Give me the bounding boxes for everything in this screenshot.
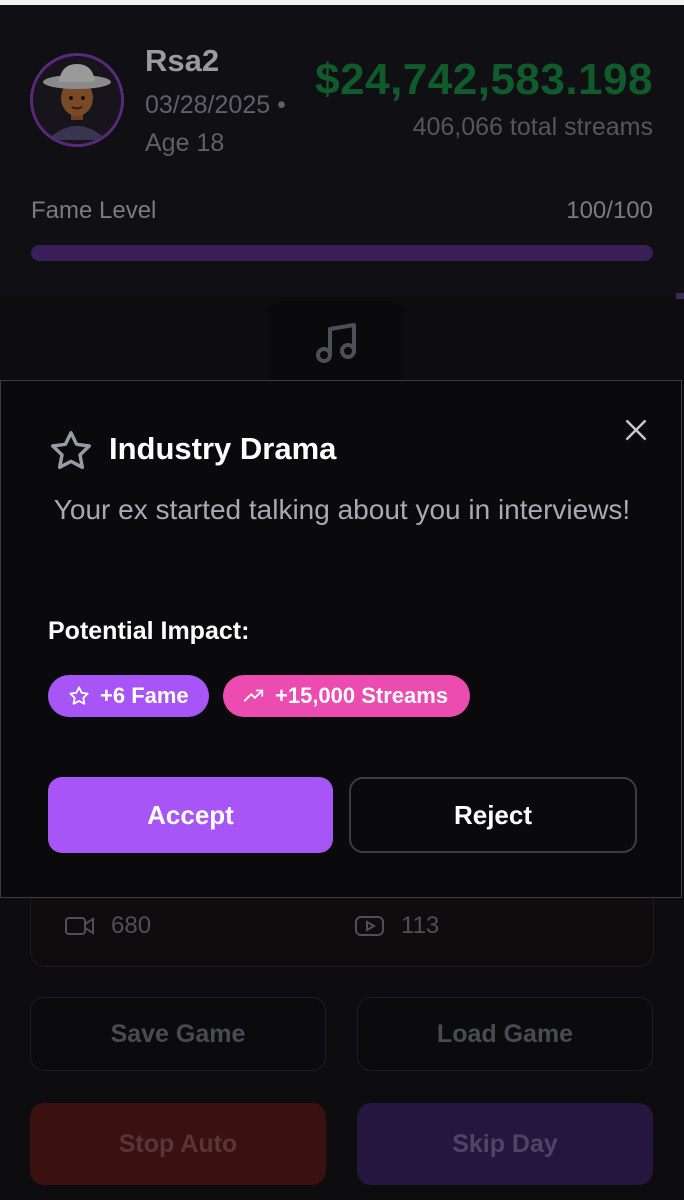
username: Rsa2	[145, 43, 220, 78]
fame-impact-text: +6 Fame	[100, 683, 189, 708]
streams-impact-text: +15,000 Streams	[275, 683, 449, 708]
player-age: Age 18	[145, 129, 225, 157]
total-streams: 406,066 total streams	[412, 113, 653, 141]
youtube-stat: 113	[355, 912, 439, 940]
impact-label: Potential Impact:	[48, 617, 250, 645]
video-camera-icon	[65, 917, 94, 935]
reject-button[interactable]: Reject	[349, 777, 637, 853]
close-icon[interactable]	[621, 415, 651, 445]
profile-header: Rsa2 03/28/2025 • Age 18 $24,742,583.198…	[0, 5, 684, 295]
fame-level-label: Fame Level	[31, 197, 157, 224]
money-balance: $24,742,583.198	[315, 55, 653, 104]
accept-button[interactable]: Accept	[48, 777, 333, 853]
save-game-button[interactable]: Save Game	[30, 997, 326, 1071]
fame-impact-badge: +6 Fame	[48, 675, 209, 717]
youtube-count: 113	[401, 912, 440, 939]
stop-auto-button[interactable]: Stop Auto	[30, 1103, 326, 1185]
skip-day-button[interactable]: Skip Day	[357, 1103, 653, 1185]
star-icon	[51, 431, 91, 470]
music-tab[interactable]	[268, 301, 404, 391]
fame-progress-bar	[31, 245, 653, 261]
dialog-description: Your ex started talking about you in int…	[53, 494, 631, 525]
game-date: 03/28/2025 •	[145, 91, 286, 119]
fame-level-value: 100/100	[566, 197, 653, 224]
video-stat: 680	[65, 912, 151, 940]
trending-up-icon	[243, 689, 264, 702]
music-note-icon	[316, 323, 356, 363]
dialog-title: Industry Drama	[109, 431, 337, 466]
fame-progress-fill	[31, 245, 653, 261]
load-game-button[interactable]: Load Game	[357, 997, 653, 1071]
video-count: 680	[111, 912, 152, 939]
star-icon	[69, 686, 89, 705]
avatar[interactable]	[30, 53, 124, 147]
avatar-image	[33, 56, 121, 144]
streams-impact-badge: +15,000 Streams	[223, 675, 470, 717]
event-dialog: Industry Drama Your ex started talking a…	[0, 380, 682, 898]
scroll-indicator	[676, 293, 684, 299]
youtube-icon	[355, 916, 384, 936]
